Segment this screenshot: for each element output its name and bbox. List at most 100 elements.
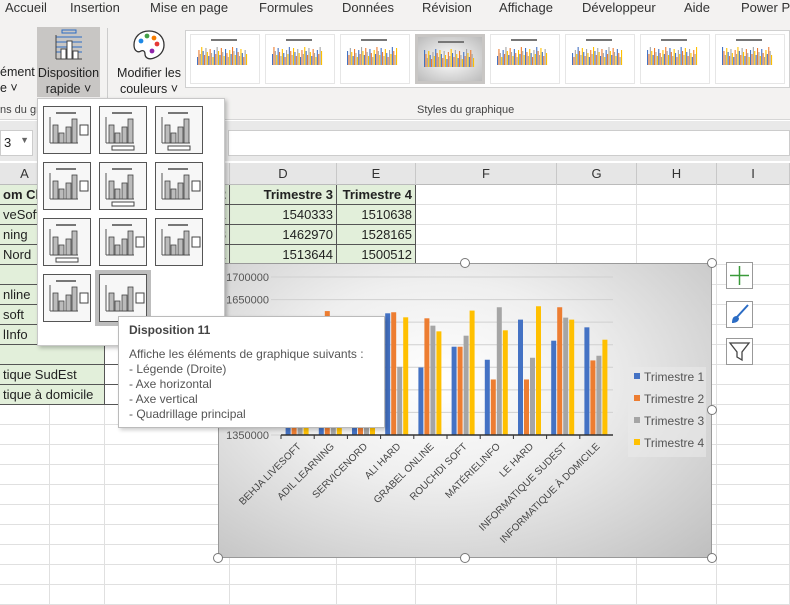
chart-elements-button[interactable]: [726, 262, 753, 289]
chart-filters-button[interactable]: [726, 338, 753, 365]
cell[interactable]: [416, 585, 557, 605]
chart-style-thumbnail[interactable]: [715, 34, 785, 84]
resize-handle[interactable]: [460, 258, 470, 268]
cell[interactable]: [557, 565, 637, 585]
cell[interactable]: [717, 565, 790, 585]
cell[interactable]: [0, 445, 50, 465]
layout-option-5[interactable]: [99, 162, 147, 210]
cell[interactable]: [230, 585, 337, 605]
chart-style-thumbnail[interactable]: [265, 34, 335, 84]
table-cell[interactable]: 1510638: [337, 205, 416, 225]
table-cell[interactable]: 1513644: [230, 245, 337, 265]
chart-styles-button[interactable]: [726, 301, 753, 328]
resize-handle[interactable]: [213, 553, 223, 563]
cell[interactable]: [416, 225, 557, 245]
cell[interactable]: [50, 405, 105, 425]
cell[interactable]: [416, 245, 557, 265]
cell[interactable]: [0, 585, 50, 605]
cell[interactable]: [717, 385, 790, 405]
cell[interactable]: [717, 585, 790, 605]
cell[interactable]: [637, 565, 717, 585]
cell[interactable]: [105, 585, 230, 605]
cell[interactable]: [0, 505, 50, 525]
cell[interactable]: [717, 425, 790, 445]
layout-option-7[interactable]: [43, 218, 91, 266]
cell[interactable]: [416, 565, 557, 585]
tab-4[interactable]: Données: [342, 0, 394, 15]
cell[interactable]: [0, 465, 50, 485]
cell[interactable]: [637, 225, 717, 245]
column-header[interactable]: D: [230, 163, 337, 185]
cell[interactable]: [105, 565, 230, 585]
table-cell[interactable]: 1540333: [230, 205, 337, 225]
cell[interactable]: [717, 225, 790, 245]
cell[interactable]: [337, 565, 416, 585]
cell[interactable]: [105, 425, 230, 445]
cell[interactable]: [105, 505, 230, 525]
table-cell[interactable]: tique SudEst: [0, 365, 105, 385]
chart-style-thumbnail[interactable]: [490, 34, 560, 84]
cell[interactable]: [50, 585, 105, 605]
cell[interactable]: [105, 525, 230, 545]
cell[interactable]: [557, 185, 637, 205]
tab-8[interactable]: Aide: [684, 0, 710, 15]
quick-layout-button[interactable]: Disposition rapide ˅: [37, 27, 100, 97]
resize-handle[interactable]: [707, 553, 717, 563]
tab-9[interactable]: Power Pi: [741, 0, 790, 15]
cell[interactable]: [230, 565, 337, 585]
cell[interactable]: [557, 585, 637, 605]
cell[interactable]: [337, 585, 416, 605]
table-cell[interactable]: 1462970: [230, 225, 337, 245]
cell[interactable]: [637, 245, 717, 265]
cell[interactable]: [717, 365, 790, 385]
cell[interactable]: [717, 545, 790, 565]
cell[interactable]: [637, 185, 717, 205]
cell[interactable]: [416, 205, 557, 225]
chart-style-thumbnail[interactable]: [565, 34, 635, 84]
cell[interactable]: [105, 465, 230, 485]
table-cell[interactable]: Trimestre 4: [337, 185, 416, 205]
tab-5[interactable]: Révision: [422, 0, 472, 15]
column-header[interactable]: F: [416, 163, 557, 185]
change-colors-button[interactable]: Modifier les couleurs ˅: [115, 27, 183, 97]
layout-option-10[interactable]: [43, 274, 91, 322]
chart-style-thumbnail[interactable]: [190, 34, 260, 84]
cell[interactable]: [717, 525, 790, 545]
add-chart-element-button[interactable]: ément e ˅: [0, 64, 36, 96]
tab-7[interactable]: Développeur: [582, 0, 656, 15]
tab-3[interactable]: Formules: [259, 0, 313, 15]
layout-option-6[interactable]: [155, 162, 203, 210]
cell[interactable]: [637, 585, 717, 605]
cell[interactable]: [717, 445, 790, 465]
cell[interactable]: [717, 465, 790, 485]
table-cell[interactable]: tique à domicile: [0, 385, 105, 405]
name-box[interactable]: 3 ▼: [0, 130, 33, 156]
cell[interactable]: [105, 545, 230, 565]
cell[interactable]: [717, 485, 790, 505]
tab-6[interactable]: Affichage: [499, 0, 553, 15]
cell[interactable]: [0, 485, 50, 505]
cell[interactable]: [105, 485, 230, 505]
table-cell[interactable]: 1528165: [337, 225, 416, 245]
cell[interactable]: [0, 425, 50, 445]
cell[interactable]: [557, 245, 637, 265]
layout-option-11[interactable]: [95, 270, 151, 326]
cell[interactable]: [50, 565, 105, 585]
tab-0[interactable]: Accueil: [5, 0, 47, 15]
layout-option-4[interactable]: [43, 162, 91, 210]
chart-style-thumbnail[interactable]: [640, 34, 710, 84]
table-cell[interactable]: [0, 345, 105, 365]
cell[interactable]: [0, 565, 50, 585]
cell[interactable]: [50, 505, 105, 525]
tab-2[interactable]: Mise en page: [150, 0, 228, 15]
tab-1[interactable]: Insertion: [70, 0, 120, 15]
cell[interactable]: [717, 405, 790, 425]
table-cell[interactable]: Trimestre 3: [230, 185, 337, 205]
cell[interactable]: [0, 545, 50, 565]
column-header[interactable]: E: [337, 163, 416, 185]
cell[interactable]: [105, 445, 230, 465]
cell[interactable]: [50, 465, 105, 485]
cell[interactable]: [0, 525, 50, 545]
column-header[interactable]: G: [557, 163, 637, 185]
cell[interactable]: [50, 485, 105, 505]
